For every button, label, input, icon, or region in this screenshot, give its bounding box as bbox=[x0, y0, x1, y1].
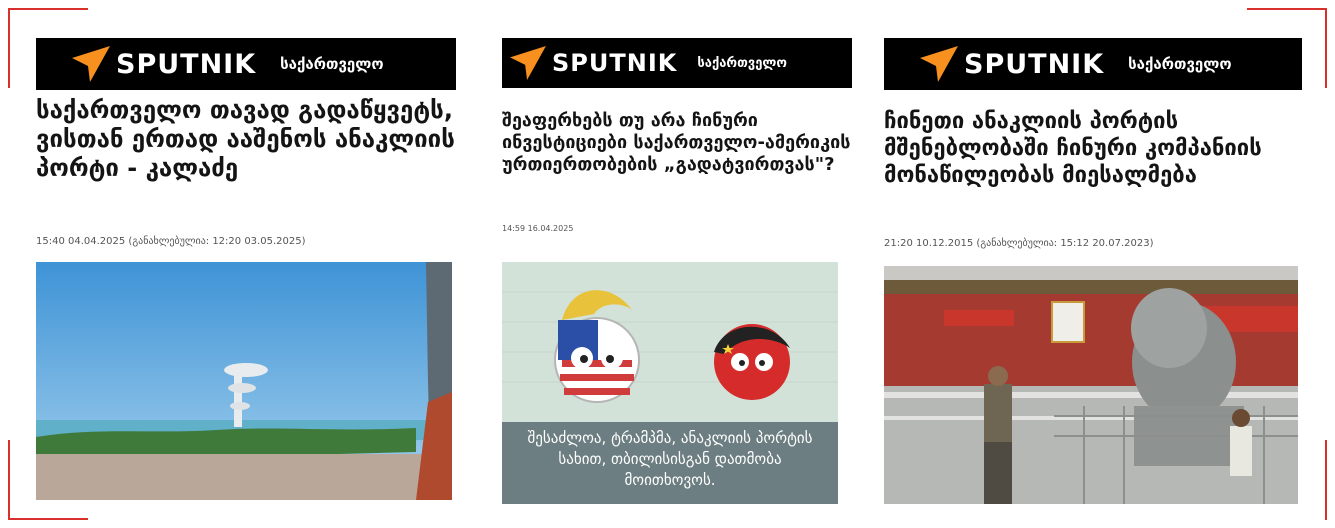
sputnik-banner: SPUTNIK საქართველო bbox=[36, 38, 456, 90]
timestamp: 14:59 16.04.2025 bbox=[502, 224, 574, 233]
corner-bracket-bottom-left bbox=[8, 518, 88, 520]
region-label: საქართველო bbox=[1128, 55, 1232, 73]
corner-bracket-top-right bbox=[1325, 8, 1327, 88]
sputnik-logo: SPUTNIK bbox=[920, 46, 1104, 82]
region-label: საქართველო bbox=[280, 55, 384, 73]
sputnik-banner: SPUTNIK საქართველო bbox=[884, 38, 1302, 90]
timestamp: 15:40 04.04.2025 (განახლებულია: 12:20 03… bbox=[36, 236, 306, 247]
headline[interactable]: შეაფერხებს თუ არა ჩინური ინვესტიციები სა… bbox=[502, 110, 852, 176]
brand-name: SPUTNIK bbox=[552, 49, 678, 77]
region-label: საქართველო bbox=[697, 55, 787, 71]
timestamp: 21:20 10.12.2015 (განახლებულია: 15:12 20… bbox=[884, 238, 1154, 249]
news-card-3[interactable]: SPUTNIK საქართველო ჩინეთი ანაკლიის პორტი… bbox=[884, 38, 1304, 508]
sputnik-logo: SPUTNIK bbox=[510, 46, 677, 80]
news-card-2[interactable]: SPUTNIK საქართველო შეაფერხებს თუ არა ჩინ… bbox=[502, 38, 854, 508]
port-tower-photo bbox=[36, 262, 452, 500]
sputnik-logo: SPUTNIK bbox=[72, 46, 256, 82]
image-caption: შესაძლოა, ტრამპმა, ანაკლიის პორტის სახით… bbox=[527, 429, 813, 489]
article-image[interactable]: შესაძლოა, ტრამპმა, ანაკლიის პორტის სახით… bbox=[502, 262, 838, 504]
article-image[interactable] bbox=[36, 262, 452, 500]
sputnik-arrow-icon bbox=[920, 46, 958, 82]
tiananmen-lion-photo bbox=[884, 266, 1298, 504]
corner-bracket-top-left bbox=[8, 8, 88, 10]
sputnik-banner: SPUTNIK საქართველო bbox=[502, 38, 852, 88]
sputnik-arrow-icon bbox=[510, 46, 546, 80]
corner-bracket-top-right bbox=[1247, 8, 1327, 10]
brand-name: SPUTNIK bbox=[116, 48, 257, 80]
corner-bracket-top-left bbox=[8, 8, 10, 88]
sputnik-arrow-icon bbox=[72, 46, 110, 82]
article-image[interactable] bbox=[884, 266, 1298, 504]
headline[interactable]: საქართველო თავად გადაწყვეტს, ვისთან ერთა… bbox=[36, 96, 456, 183]
corner-bracket-bottom-left bbox=[8, 440, 10, 520]
corner-bracket-bottom-right bbox=[1325, 440, 1327, 520]
brand-name: SPUTNIK bbox=[964, 48, 1105, 80]
headline[interactable]: ჩინეთი ანაკლიის პორტის მშენებლობაში ჩინუ… bbox=[884, 108, 1302, 189]
news-card-1[interactable]: SPUTNIK საქართველო საქართველო თავად გადა… bbox=[36, 38, 456, 508]
